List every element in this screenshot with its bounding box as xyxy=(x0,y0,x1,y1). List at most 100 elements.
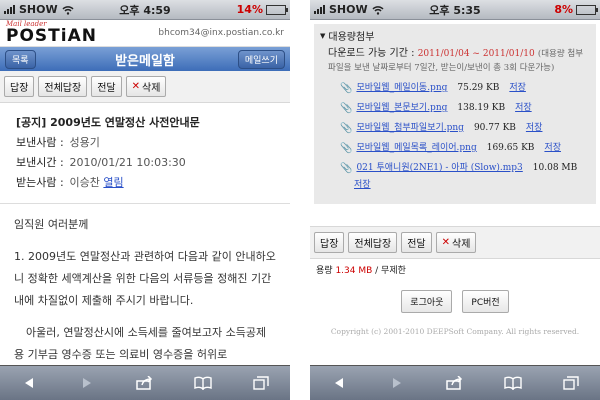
back-icon[interactable] xyxy=(325,372,353,394)
bookmarks-icon[interactable] xyxy=(189,372,217,394)
attachment-size: 138.19 KB xyxy=(457,103,506,113)
save-link[interactable]: 저장 xyxy=(515,102,532,115)
delete-button[interactable]: ✕ 삭제 xyxy=(125,76,167,97)
reply-button[interactable]: 답장 xyxy=(314,232,345,253)
recipient-label: 받는사람 : xyxy=(16,176,64,189)
save-link[interactable]: 저장 xyxy=(544,142,561,155)
paperclip-icon: 📎 xyxy=(340,103,353,114)
tabs-icon[interactable] xyxy=(247,372,275,394)
sent-time: 2010/01/21 10:03:30 xyxy=(69,156,186,169)
tabs-icon[interactable] xyxy=(557,372,585,394)
download-period: 다운로드 가능 기간 : 2011/01/04 ~ 2011/01/10 (대용… xyxy=(328,47,590,75)
phone-screen-right: SHOW 오후 5:35 8% ▼ 대용량첨부 다운로드 가능 기간 : 2011… xyxy=(310,0,600,400)
battery: 8% xyxy=(554,3,598,16)
attachment-item: 📎 모바일웹_메일이동.png 75.29 KB 저장 xyxy=(340,82,590,95)
wifi-icon xyxy=(372,5,384,15)
paperclip-icon: 📎 xyxy=(340,83,353,94)
account-email: bhcom34@inx.postian.co.kr xyxy=(158,28,284,38)
sent-label: 보낸시간 : xyxy=(16,156,64,169)
attachment-item: 📎 021 투애니원(2NE1) - 아파 (Slow).mp3 10.08 MB 저… xyxy=(340,162,590,192)
forward-button[interactable]: 전달 xyxy=(401,232,432,253)
save-link[interactable]: 저장 xyxy=(526,122,543,135)
reply-button[interactable]: 답장 xyxy=(4,76,35,97)
delete-button[interactable]: ✕ 삭제 xyxy=(435,232,477,253)
logout-button[interactable]: 로그아웃 xyxy=(401,290,453,313)
mail-header: [공지] 2009년도 연말정산 사전안내문 보낸사람 : 성용기 보낸시간 :… xyxy=(0,103,290,199)
mail-greeting: 임직원 여러분께 xyxy=(14,218,89,231)
status-bar: SHOW 오후 4:59 14% xyxy=(0,0,290,20)
footer-buttons: 로그아웃 PC버전 xyxy=(310,290,600,313)
signal-icon xyxy=(4,5,15,14)
forward-icon[interactable] xyxy=(73,372,101,394)
paperclip-icon: 📎 xyxy=(340,163,353,174)
logo: Mail leader POSTiAN xyxy=(6,21,97,45)
sender: 성용기 xyxy=(69,136,100,149)
delete-label: 삭제 xyxy=(142,83,161,94)
storage-usage: 용량 1.34 MB / 무제한 xyxy=(310,259,600,280)
sender-label: 보낸사람 : xyxy=(16,136,64,149)
brand-header: Mail leader POSTiAN bhcom34@inx.postian.… xyxy=(0,20,290,47)
recipient-link[interactable]: 열림 xyxy=(103,176,123,189)
delete-label: 삭제 xyxy=(452,239,471,250)
battery-icon xyxy=(266,4,288,15)
attachment-name[interactable]: 모바일웹_메일목록_레이어.png xyxy=(356,142,476,155)
mail-paragraph: 아울러, 연말정산시에 소득세를 줄여보고자 소득공제용 기부금 영수증 또는 … xyxy=(14,326,267,361)
copyright: Copyright (c) 2001-2010 DEEPSoft Company… xyxy=(330,327,580,336)
forward-button[interactable]: 전달 xyxy=(91,76,122,97)
delete-x-icon: ✕ xyxy=(131,81,141,92)
browser-toolbar xyxy=(310,365,600,400)
save-link[interactable]: 저장 xyxy=(509,82,526,95)
wifi-icon xyxy=(62,5,74,15)
battery-percent: 8% xyxy=(554,3,573,16)
attachment-name[interactable]: 021 투애니원(2NE1) - 아파 (Slow).mp3 xyxy=(356,162,522,175)
share-icon[interactable] xyxy=(441,372,469,394)
status-bar: SHOW 오후 5:35 8% xyxy=(310,0,600,20)
pc-version-button[interactable]: PC버전 xyxy=(462,290,509,313)
list-button[interactable]: 목록 xyxy=(5,49,36,69)
logo-name: POSTiAN xyxy=(6,26,97,46)
usage-used: 1.34 MB xyxy=(335,266,373,276)
period-dates: 2011/01/04 ~ 2011/01/10 xyxy=(417,49,535,59)
attachment-item: 📎 모바일웹_메일목록_레이어.png 169.65 KB 저장 xyxy=(340,142,590,155)
bookmarks-icon[interactable] xyxy=(499,372,527,394)
mail-subject: [공지] 2009년도 연말정산 사전안내문 xyxy=(16,116,200,129)
attachment-name[interactable]: 모바일웹_첨부파일보기.png xyxy=(356,122,463,135)
attachment-item: 📎 모바일웹_본문보기.png 138.19 KB 저장 xyxy=(340,102,590,115)
usage-limit: / 무제한 xyxy=(375,266,406,276)
attachment-title-label: 대용량첨부 xyxy=(328,32,375,43)
attachment-panel: ▼ 대용량첨부 다운로드 가능 기간 : 2011/01/04 ~ 2011/01… xyxy=(314,24,596,204)
forward-icon[interactable] xyxy=(383,372,411,394)
mail-toolbar: 답장 전체답장 전달 ✕ 삭제 xyxy=(310,226,600,259)
attachment-item: 📎 모바일웹_첨부파일보기.png 90.77 KB 저장 xyxy=(340,122,590,135)
signal-icon xyxy=(314,5,325,14)
triangle-icon: ▼ xyxy=(320,31,326,40)
browser-toolbar xyxy=(0,365,290,400)
recipient: 이승찬 xyxy=(69,176,100,189)
carrier-label: SHOW xyxy=(329,3,368,16)
carrier-label: SHOW xyxy=(19,3,58,16)
reply-all-button[interactable]: 전체답장 xyxy=(348,232,398,253)
attachment-size: 75.29 KB xyxy=(457,83,500,93)
usage-label: 용량 xyxy=(316,266,333,276)
delete-x-icon: ✕ xyxy=(441,237,451,248)
share-icon[interactable] xyxy=(131,372,159,394)
attachment-size: 10.08 MB xyxy=(532,163,578,173)
battery: 14% xyxy=(236,3,288,16)
divider xyxy=(0,203,290,204)
attachment-name[interactable]: 모바일웹_본문보기.png xyxy=(356,102,447,115)
back-icon[interactable] xyxy=(15,372,43,394)
nav-bar: 목록 받은메일함 메일쓰기 xyxy=(0,47,290,71)
battery-percent: 14% xyxy=(236,3,263,16)
paperclip-icon: 📎 xyxy=(340,123,353,134)
period-label: 다운로드 가능 기간 : xyxy=(328,48,415,59)
compose-button[interactable]: 메일쓰기 xyxy=(237,49,285,69)
attachment-name[interactable]: 모바일웹_메일이동.png xyxy=(356,82,447,95)
carrier: SHOW xyxy=(314,3,384,16)
phone-screen-left: SHOW 오후 4:59 14% Mail leader POSTiAN bhc… xyxy=(0,0,290,400)
attachment-title: ▼ 대용량첨부 xyxy=(320,28,590,44)
battery-icon xyxy=(576,4,598,15)
attachment-list: 📎 모바일웹_메일이동.png 75.29 KB 저장 📎 모바일웹_본문보기.png 1… xyxy=(320,82,590,192)
save-link[interactable]: 저장 xyxy=(340,179,590,192)
reply-all-button[interactable]: 전체답장 xyxy=(38,76,88,97)
attachment-size: 169.65 KB xyxy=(486,143,535,153)
